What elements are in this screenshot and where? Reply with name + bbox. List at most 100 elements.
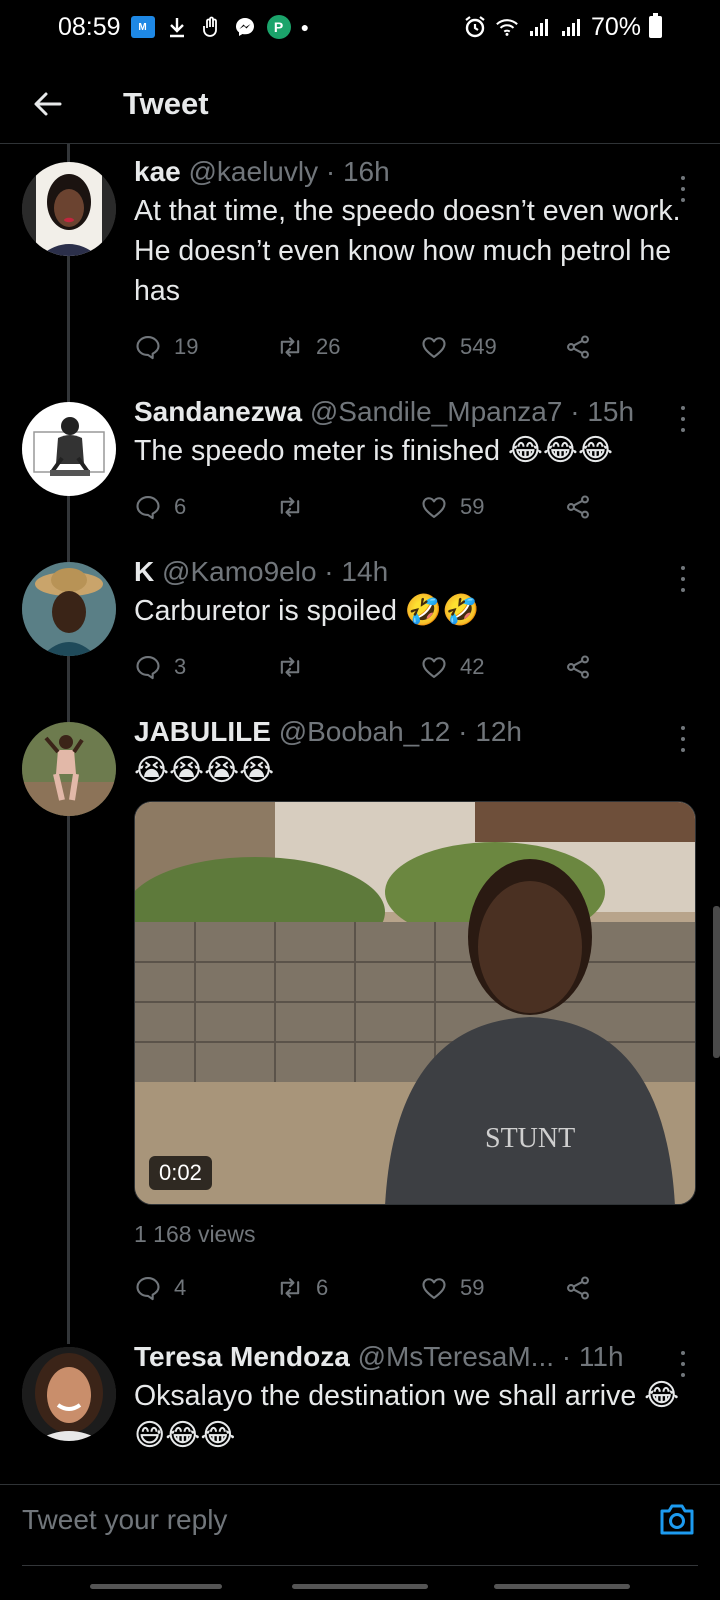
reply-button[interactable]: 6 [134, 487, 186, 527]
status-time: 08:59 [58, 12, 121, 41]
tweet-meta: JABULILE @Boobah_12 · 12h [134, 716, 704, 748]
avatar[interactable] [22, 162, 116, 256]
more-options-button[interactable] [678, 1351, 688, 1377]
top-app-bar: Tweet [0, 64, 720, 144]
retweet-button[interactable]: 6 [276, 1268, 328, 1308]
video-player[interactable]: STUNT 0:02 [134, 801, 696, 1205]
tweet-emojis: 😂😂😂 [507, 433, 614, 468]
tweet-emojis: 🤣🤣 [404, 593, 480, 628]
tweet-meta: kae @kaeluvly · 16h [134, 156, 704, 188]
avatar[interactable] [22, 722, 116, 816]
share-button[interactable] [564, 1268, 592, 1308]
reply-button[interactable]: 3 [134, 647, 186, 687]
retweet-button[interactable] [276, 647, 316, 687]
camera-button[interactable] [656, 1499, 698, 1541]
share-icon [567, 495, 589, 519]
like-button[interactable]: 59 [420, 1268, 484, 1308]
tweet-time: 14h [341, 556, 389, 587]
tweet-emojis: 😭😭😭😭 [134, 753, 275, 788]
reply-button[interactable]: 19 [134, 327, 198, 367]
like-count: 59 [460, 494, 485, 519]
tweet-actions: 19 26 549 [134, 327, 704, 367]
reply-count: 19 [174, 334, 199, 359]
user-handle[interactable]: @Sandile_Mpanza7 [310, 396, 563, 427]
more-options-button[interactable] [678, 566, 688, 592]
like-button[interactable]: 59 [420, 487, 484, 527]
reply-thread: kae @kaeluvly · 16h At that time, the sp… [0, 144, 720, 1484]
more-options-button[interactable] [678, 406, 688, 432]
retweet-button[interactable] [276, 487, 316, 527]
retweet-icon [280, 1278, 300, 1298]
retweet-count: 26 [316, 334, 341, 359]
reply-button[interactable]: 4 [134, 1268, 186, 1308]
like-button[interactable]: 42 [420, 647, 484, 687]
tweet-actions: 3 42 [134, 647, 704, 687]
like-count: 549 [460, 334, 497, 359]
tweet-text: Carburetor is spoiled 🤣🤣 [134, 591, 704, 631]
signal-icon [527, 15, 551, 39]
tweet-text-content: Oksalayo the destination we shall arrive [134, 1380, 645, 1412]
more-options-button[interactable] [678, 726, 688, 752]
user-handle[interactable]: @Boobah_12 [279, 716, 451, 747]
avatar[interactable] [22, 562, 116, 656]
view-count: 1 168 views [134, 1221, 256, 1247]
arrow-left-icon [34, 92, 62, 115]
retweet-count: 6 [316, 1275, 329, 1300]
reply-icon [136, 336, 160, 360]
heart-icon [422, 337, 446, 358]
reply-composer: Tweet your reply [0, 1484, 720, 1566]
share-icon [567, 1276, 589, 1300]
heart-icon [422, 1278, 446, 1299]
reply-count: 3 [174, 654, 187, 679]
display-name[interactable]: kae [134, 156, 181, 187]
avatar[interactable] [22, 402, 116, 496]
display-name[interactable]: Teresa Mendoza [134, 1341, 350, 1372]
retweet-button[interactable]: 26 [276, 327, 340, 367]
reply-icon [136, 496, 160, 520]
user-handle[interactable]: @kaeluvly [189, 156, 319, 187]
tweet-meta: Sandanezwa @Sandile_Mpanza7 · 15h [134, 396, 704, 428]
dot-icon: ● [300, 19, 310, 35]
tweet-text: 😭😭😭😭 [134, 751, 704, 791]
share-icon [567, 655, 589, 679]
battery-percent: 70% [590, 12, 641, 41]
share-button[interactable] [564, 487, 592, 527]
tweet-text: At that time, the speedo doesn’t even wo… [134, 195, 681, 307]
scrollbar[interactable] [713, 906, 720, 1058]
divider [22, 1565, 698, 1566]
display-name[interactable]: K [134, 556, 154, 587]
nav-back-hint[interactable] [494, 1584, 630, 1589]
reply-count: 6 [174, 494, 187, 519]
more-options-button[interactable] [678, 176, 688, 202]
meta-separator: · [450, 716, 476, 747]
tweet-actions: 4 6 59 [134, 1268, 704, 1308]
signal-icon [559, 15, 583, 39]
hi-movies-icon: M [130, 16, 155, 38]
nav-home-hint[interactable] [292, 1584, 428, 1589]
reply-input[interactable]: Tweet your reply [22, 1495, 622, 1545]
reply-icon [136, 1277, 160, 1301]
user-handle[interactable]: @Kamo9elo [162, 556, 317, 587]
tweet-text: The speedo meter is finished 😂😂😂 [134, 431, 704, 471]
heart-icon [422, 497, 446, 518]
tweet-text-content: The speedo meter is finished [134, 435, 508, 467]
share-button[interactable] [564, 327, 592, 367]
nav-recents-hint[interactable] [90, 1584, 222, 1589]
share-button[interactable] [564, 647, 592, 687]
camera-icon [660, 1504, 694, 1535]
p-app-icon: P [266, 15, 291, 39]
tweet-time: 11h [578, 1341, 624, 1372]
display-name[interactable]: JABULILE [134, 716, 271, 747]
back-button[interactable] [20, 76, 76, 132]
tweet-time: 12h [475, 716, 522, 747]
like-button[interactable]: 549 [420, 327, 497, 367]
user-handle[interactable]: @MsTeresaM... [358, 1341, 554, 1372]
like-count: 59 [460, 1275, 485, 1300]
display-name[interactable]: Sandanezwa [134, 396, 302, 427]
heart-icon [422, 657, 446, 678]
tweet-meta: K @Kamo9elo · 14h [134, 556, 704, 588]
meta-separator: · [316, 556, 342, 587]
hand-icon [199, 15, 223, 39]
avatar[interactable] [22, 1347, 116, 1441]
tweet-actions: 6 59 [134, 487, 704, 527]
